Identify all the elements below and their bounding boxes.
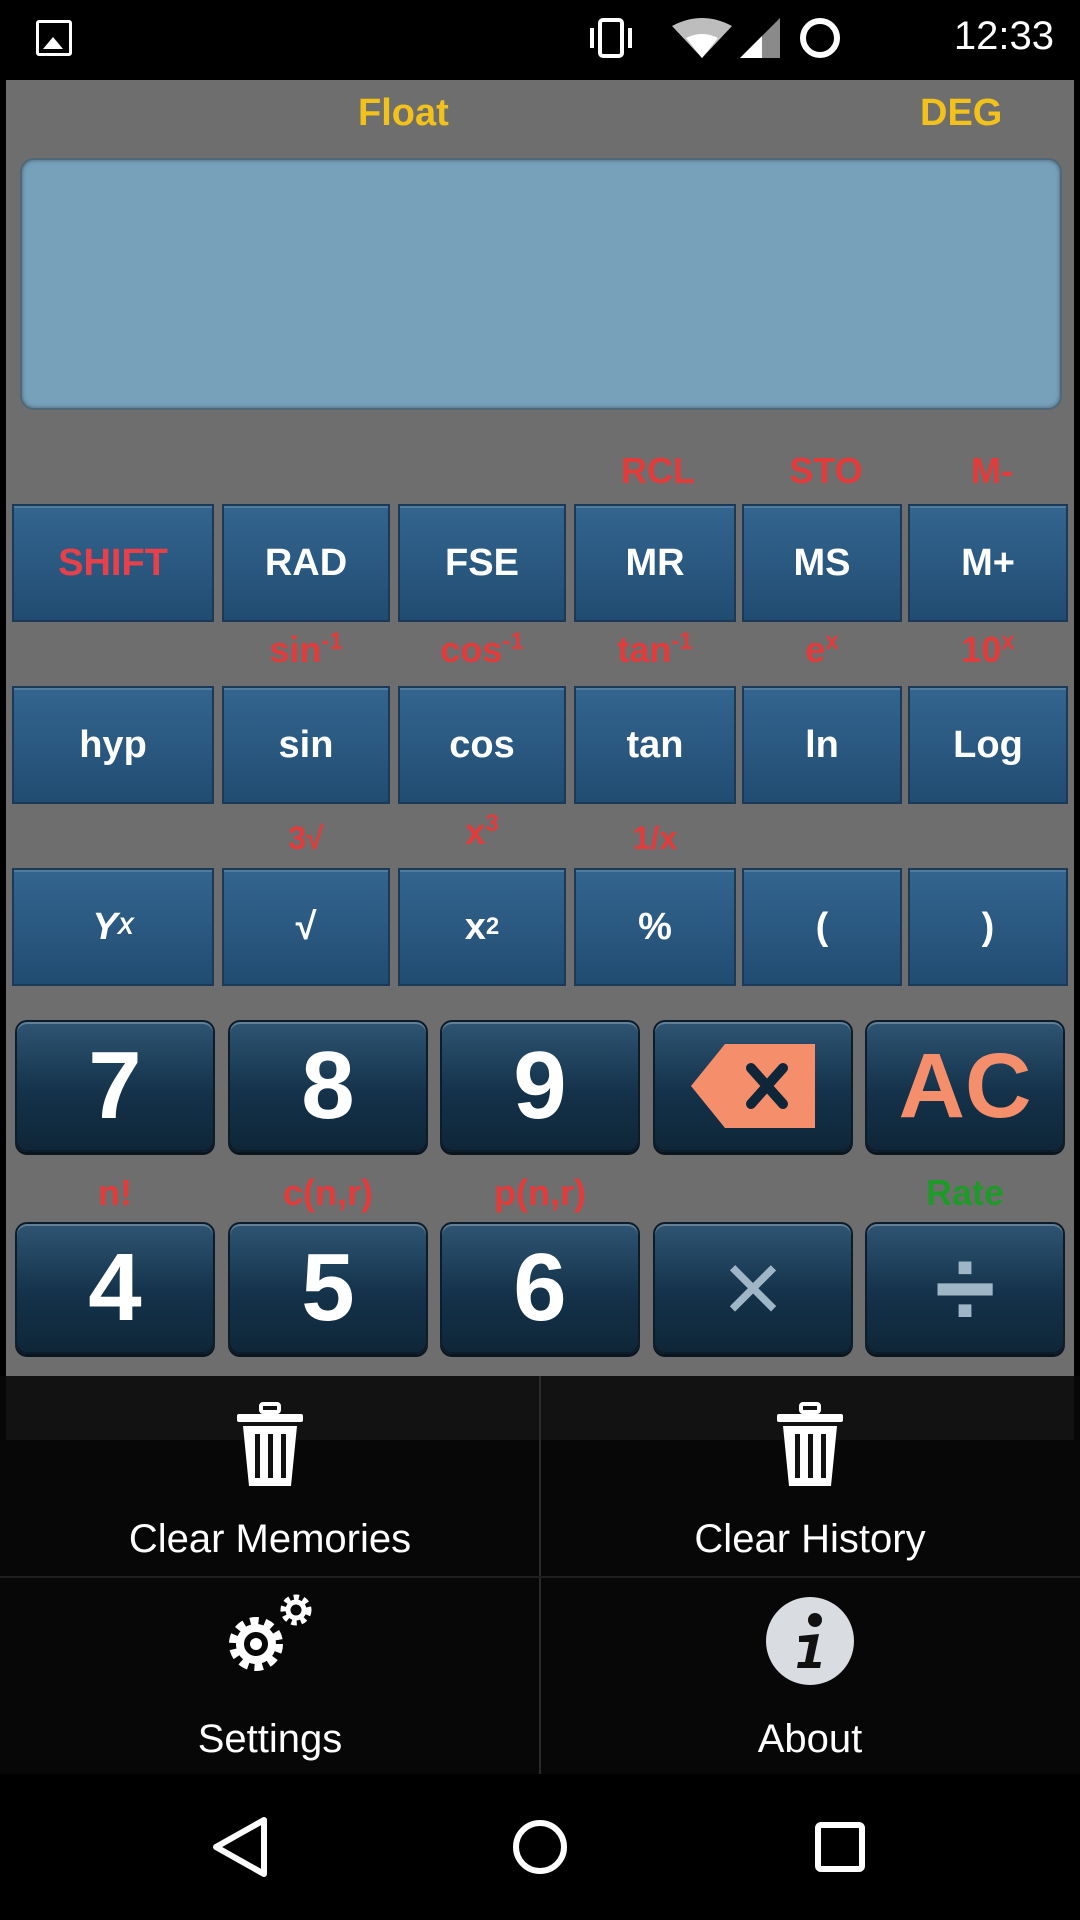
rate-sublabel: Rate (925, 1172, 1005, 1213)
ln-key[interactable]: ln (742, 686, 902, 804)
clear-memories-label: Clear Memories (128, 1517, 412, 1561)
digit-5-key[interactable]: 5 (228, 1222, 428, 1354)
fse-key[interactable]: FSE (398, 504, 566, 622)
m-plus-key[interactable]: M+ (908, 504, 1068, 622)
power-key[interactable]: YX (12, 868, 214, 986)
back-button[interactable] (120, 1774, 360, 1920)
settings-item[interactable]: Settings (0, 1576, 540, 1774)
digit-8-key[interactable]: 8 (228, 1020, 428, 1152)
float-mode-indicator[interactable]: Float (358, 92, 449, 135)
cube-sublabel: x3 (465, 810, 499, 852)
digit-4-key[interactable]: 4 (15, 1222, 215, 1354)
log-key[interactable]: Log (908, 686, 1068, 804)
home-icon (513, 1820, 567, 1874)
clear-history-label: Clear History (694, 1517, 926, 1561)
m-minus-sublabel: M- (971, 450, 1013, 491)
status-icons (590, 18, 840, 58)
recents-button[interactable] (720, 1774, 960, 1920)
digit-7-key[interactable]: 7 (15, 1020, 215, 1152)
acos-sublabel: cos-1 (440, 628, 524, 670)
ms-key[interactable]: MS (742, 504, 902, 622)
settings-label: Settings (197, 1717, 343, 1761)
battery-circle-icon (800, 18, 840, 58)
factorial-sublabel: n! (98, 1172, 132, 1213)
backspace-key[interactable] (653, 1020, 853, 1152)
mr-key[interactable]: MR (574, 504, 736, 622)
pow10-sublabel: 10x (961, 628, 1015, 670)
exp-sublabel: ex (805, 628, 839, 670)
about-label: About (757, 1717, 863, 1761)
recents-icon (815, 1822, 865, 1872)
square-key[interactable]: x2 (398, 868, 566, 986)
about-item[interactable]: About (540, 1576, 1080, 1774)
cube-root-sublabel: 3√ (288, 820, 324, 856)
info-icon (766, 1597, 854, 1685)
status-time: 12:33 (953, 14, 1054, 58)
back-icon (213, 1817, 267, 1877)
tan-key[interactable]: tan (574, 686, 736, 804)
options-menu: Clear Memories Clear History Settings Ab… (0, 1376, 1080, 1774)
atan-sublabel: tan-1 (617, 628, 693, 670)
gear-icon (229, 1594, 312, 1671)
navigation-bar (0, 1774, 1080, 1920)
angle-mode-indicator[interactable]: DEG (920, 92, 1002, 135)
all-clear-key[interactable]: AC (865, 1020, 1065, 1152)
permutation-sublabel: p(n,r) (494, 1172, 586, 1213)
trash-icon (237, 1402, 303, 1486)
digit-6-key[interactable]: 6 (440, 1222, 640, 1354)
asin-sublabel: sin-1 (269, 628, 343, 670)
close-paren-key[interactable]: ) (908, 868, 1068, 986)
status-bar: 12:33 (0, 0, 1080, 74)
reciprocal-sublabel: 1/x (632, 820, 678, 856)
rcl-sublabel: RCL (621, 450, 695, 491)
calculator-display (20, 158, 1062, 410)
combination-sublabel: c(n,r) (283, 1172, 373, 1213)
percent-key[interactable]: % (574, 868, 736, 986)
multiply-key[interactable]: × (653, 1222, 853, 1354)
rad-key[interactable]: RAD (222, 504, 390, 622)
cos-key[interactable]: cos (398, 686, 566, 804)
open-paren-key[interactable]: ( (742, 868, 902, 986)
sto-sublabel: STO (789, 450, 863, 491)
vibrate-icon (590, 18, 632, 58)
hyp-key[interactable]: hyp (12, 686, 214, 804)
sqrt-key[interactable]: √ (222, 868, 390, 986)
sin-key[interactable]: sin (222, 686, 390, 804)
trash-icon (777, 1402, 843, 1486)
divide-key[interactable]: ÷ (865, 1222, 1065, 1354)
image-icon (36, 20, 72, 56)
clear-memories-item[interactable]: Clear Memories (0, 1376, 540, 1574)
backspace-icon (691, 1044, 815, 1128)
shift-key[interactable]: SHIFT (12, 504, 214, 622)
calculator-app: Float DEG RCL STO M- SHIFT RAD FSE MR MS… (6, 80, 1074, 1440)
signal-icon (740, 18, 780, 58)
home-button[interactable] (420, 1774, 660, 1920)
wifi-icon (672, 18, 732, 58)
clear-history-item[interactable]: Clear History (540, 1376, 1080, 1574)
digit-9-key[interactable]: 9 (440, 1020, 640, 1152)
